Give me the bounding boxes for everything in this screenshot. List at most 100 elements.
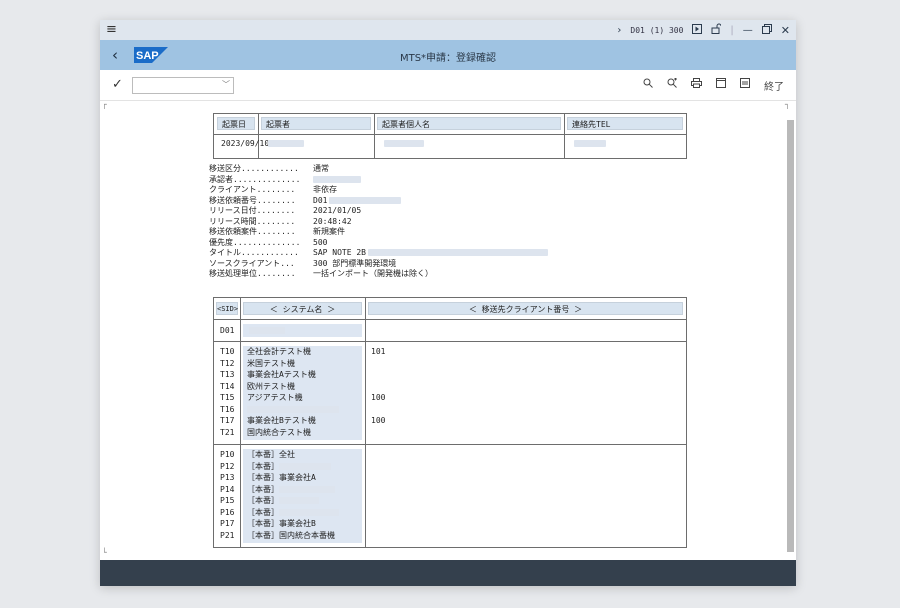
corner-bottom-left: └ bbox=[102, 548, 107, 557]
info-row: タイトル............ SAP NOTE 2B bbox=[209, 248, 548, 259]
print-icon[interactable] bbox=[691, 78, 702, 93]
system-name: アジアテスト機 bbox=[247, 393, 303, 402]
cell-creator-redacted bbox=[264, 136, 304, 152]
col-date: 起票日 bbox=[217, 117, 255, 130]
close-icon[interactable]: ✕ bbox=[781, 24, 790, 37]
sap-window: ≡ › D01 (1) 300 | — ✕ ‹ SAP MTS*申請：登録確認 … bbox=[100, 20, 796, 586]
client-number bbox=[371, 358, 385, 370]
info-row: 優先度.............. 500 bbox=[209, 237, 328, 247]
cell-date: 2023/09/10 bbox=[221, 139, 270, 148]
sid: T12 bbox=[220, 358, 235, 368]
sid: P15 bbox=[220, 496, 235, 505]
system-name: 事業会社Aテスト機 bbox=[247, 370, 316, 379]
col-client-number: ＜ 移送先クライアント番号 ＞ bbox=[368, 302, 683, 315]
test-client-list: 101 100 100 bbox=[371, 346, 385, 438]
command-field[interactable]: ﹀ bbox=[132, 77, 234, 94]
sid: T14 bbox=[220, 381, 235, 391]
sid: T15 bbox=[220, 393, 235, 402]
chevron-right-icon[interactable]: › bbox=[617, 25, 621, 36]
scroll-up-icon[interactable]: ┐ bbox=[785, 100, 790, 109]
title-bar: ‹ SAP MTS*申請：登録確認 bbox=[100, 40, 796, 70]
sid: P10 bbox=[220, 450, 235, 459]
system-name: ［本番］ bbox=[247, 507, 339, 519]
system-name: 欧州テスト機 bbox=[247, 381, 295, 391]
system-name: ［本番］事業会社B bbox=[247, 519, 316, 528]
toolbar: ✓ ﹀ 終了 bbox=[100, 70, 796, 101]
col-creator-name: 起票者個人名 bbox=[377, 117, 561, 130]
info-row: 移送依頼番号........ D01 bbox=[209, 196, 548, 207]
info-row: 移送処理単位........ 一括インポート（開発機は除く） bbox=[209, 269, 433, 278]
sid: P12 bbox=[220, 461, 235, 471]
system-name: ［本番］ bbox=[247, 484, 339, 496]
unlock-icon[interactable] bbox=[711, 23, 722, 37]
window-icon[interactable] bbox=[716, 78, 726, 93]
minimize-icon[interactable]: — bbox=[743, 25, 753, 36]
info-row: 移送依頼案件........ 新規案件 bbox=[209, 227, 345, 236]
info-row: リリース時間........ 20:48:42 bbox=[209, 216, 352, 226]
system-info: D01 (1) 300 bbox=[630, 25, 684, 35]
col-sid: <SID> bbox=[216, 302, 238, 315]
system-name: ［本番］ bbox=[247, 461, 339, 473]
prod-name-list: ［本番］全社 ［本番］ ［本番］事業会社A ［本番］ ［本番］ ［本番］ ［本番… bbox=[247, 449, 339, 541]
sid: T16 bbox=[220, 404, 235, 414]
info-row: クライアント........ 非依存 bbox=[209, 185, 337, 194]
col-tel: 連絡先TEL bbox=[567, 117, 683, 130]
info-row: ソースクライアント... 300 部門標準開発環境 bbox=[209, 258, 397, 268]
search-icon[interactable] bbox=[643, 78, 653, 93]
info-row: リリース日付........ 2021/01/05 bbox=[209, 206, 362, 215]
window-controls: › D01 (1) 300 | — ✕ bbox=[617, 23, 790, 37]
system-name: ［本番］ bbox=[247, 495, 339, 507]
system-name: ［本番］国内統合本番機 bbox=[247, 530, 335, 540]
screen-title: MTS*申請：登録確認 bbox=[399, 53, 497, 64]
cell-tel-redacted bbox=[570, 136, 606, 152]
info-list: 移送区分............ 通常 承認者.............. クライ… bbox=[209, 164, 548, 280]
client-number bbox=[371, 404, 385, 416]
sid: T10 bbox=[220, 347, 235, 356]
toolbar-tools: 終了 bbox=[643, 77, 784, 93]
menu-icon[interactable]: ≡ bbox=[106, 22, 117, 37]
redacted-value bbox=[329, 196, 402, 204]
cell-name-redacted bbox=[380, 136, 424, 152]
layout-icon[interactable] bbox=[740, 78, 750, 93]
exit-button[interactable]: 終了 bbox=[764, 78, 784, 93]
system-name: 国内統合テスト機 bbox=[247, 427, 311, 437]
info-row: 移送区分............ 通常 bbox=[209, 164, 329, 173]
corner-top-left: ┌ bbox=[102, 100, 107, 109]
redacted-value bbox=[279, 508, 339, 516]
client-number: 100 bbox=[371, 416, 386, 425]
test-name-list: 全社会計テスト機 米国テスト機 事業会社Aテスト機 欧州テスト機 アジアテスト機… bbox=[247, 346, 339, 438]
sid: T13 bbox=[220, 370, 235, 379]
info-row: 承認者.............. bbox=[209, 175, 548, 186]
client-number: 101 bbox=[371, 347, 386, 356]
sid: T21 bbox=[220, 427, 235, 437]
system-name: ［本番］事業会社A bbox=[247, 473, 316, 482]
system-bar: ≡ › D01 (1) 300 | — ✕ bbox=[100, 20, 796, 40]
play-icon[interactable] bbox=[692, 23, 703, 37]
sid: P13 bbox=[220, 473, 235, 482]
search-next-icon[interactable] bbox=[667, 77, 677, 93]
client-number bbox=[371, 381, 385, 393]
redacted-value bbox=[313, 175, 361, 183]
system-table: <SID> ＜ システム名 ＞ ＜ 移送先クライアント番号 ＞ D01 T10 … bbox=[213, 297, 687, 548]
sid: T17 bbox=[220, 416, 235, 425]
test-sid-list: T10 T12 T13 T14 T15 T16 T17 T21 bbox=[220, 346, 234, 438]
vertical-scrollbar[interactable] bbox=[787, 120, 794, 552]
header-table: 起票日 起票者 起票者個人名 連絡先TEL 2023/09/10 bbox=[213, 113, 687, 159]
system-name: 全社会計テスト機 bbox=[247, 347, 311, 356]
system-name: 米国テスト機 bbox=[247, 358, 295, 368]
redacted-value bbox=[367, 249, 548, 256]
col-system-name: ＜ システム名 ＞ bbox=[243, 302, 362, 315]
system-name: 事業会社Bテスト機 bbox=[247, 416, 316, 425]
sid: P14 bbox=[220, 484, 235, 494]
chevron-down-icon[interactable]: ﹀ bbox=[222, 79, 230, 90]
restore-icon[interactable] bbox=[761, 23, 772, 37]
check-icon[interactable]: ✓ bbox=[112, 77, 123, 92]
prod-sid-list: P10 P12 P13 P14 P15 P16 P17 P21 bbox=[220, 449, 234, 541]
sid: P16 bbox=[220, 507, 235, 517]
client-number bbox=[371, 427, 385, 439]
status-bar bbox=[100, 560, 796, 586]
redacted-value bbox=[279, 497, 319, 504]
redacted-value bbox=[279, 462, 331, 470]
sid: P21 bbox=[220, 530, 235, 540]
redacted-value bbox=[279, 485, 335, 493]
